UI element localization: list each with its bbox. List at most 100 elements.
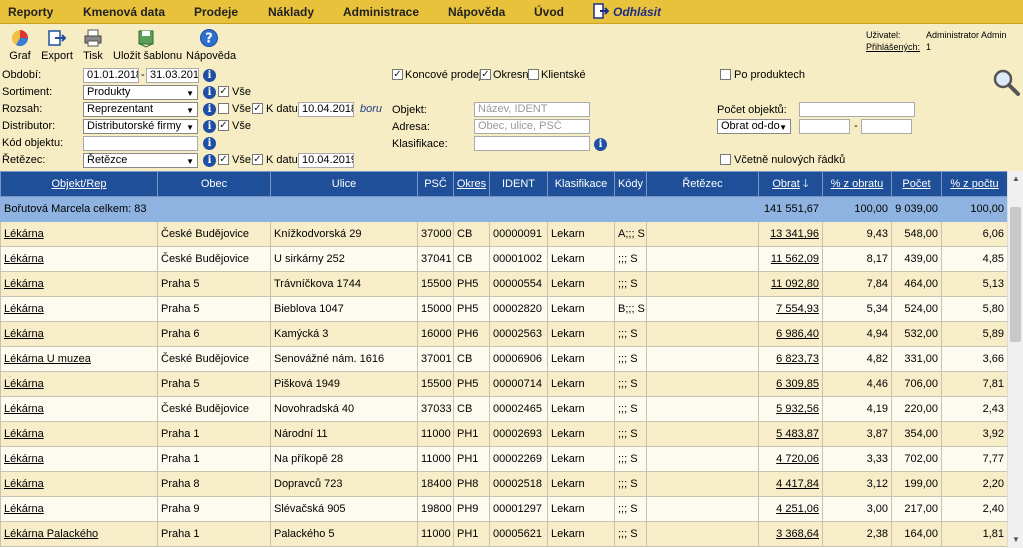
cell-objekt[interactable]: Lékárna [0, 321, 158, 347]
sortiment-label: Sortiment: [2, 86, 53, 98]
boru-link[interactable]: boru [360, 103, 382, 115]
vertical-scrollbar[interactable]: ▲ ▼ [1007, 171, 1023, 548]
kod-objektu-input[interactable] [83, 136, 198, 151]
cell-objekt[interactable]: Lékárna [0, 471, 158, 497]
logins-label[interactable]: Přihlášených: [866, 41, 920, 53]
obrat-from-input[interactable] [799, 119, 850, 134]
col-pct-pocet[interactable]: % z počtu [941, 171, 1008, 197]
adresa-input[interactable]: Obec, ulice, PSČ [474, 119, 590, 134]
obrat-od-do-select[interactable]: Obrat od-do [717, 119, 791, 134]
obrat-to-input[interactable] [861, 119, 912, 134]
cell-obrat[interactable]: 6 309,85 [758, 371, 823, 397]
cell-objekt[interactable]: Lékárna [0, 421, 158, 447]
cell-objekt[interactable]: Lékárna U muzea [0, 346, 158, 372]
sortiment-vse-checkbox[interactable] [218, 86, 229, 97]
menu-prodeje[interactable]: Prodeje [194, 5, 238, 19]
cell-obrat[interactable]: 6 986,40 [758, 321, 823, 347]
tisk-button[interactable]: Tisk [80, 28, 106, 62]
cell-pct-obrat: 3,12 [822, 471, 892, 497]
napoveda-button[interactable]: ? Nápověda [186, 28, 237, 62]
info-icon[interactable]: i [203, 120, 216, 133]
info-icon[interactable]: i [203, 137, 216, 150]
cell-objekt[interactable]: Lékárna [0, 296, 158, 322]
cell-psc: 37000 [417, 221, 454, 247]
napoveda-label: Nápověda [186, 50, 237, 62]
col-pct-obrat[interactable]: % z obratu [822, 171, 892, 197]
cell-kody: ;;; S [614, 471, 647, 497]
cell-obrat[interactable]: 7 554,93 [758, 296, 823, 322]
distributor-select[interactable]: Distributorské firmy [83, 119, 198, 134]
sort-desc-icon: 🡓 [802, 177, 809, 190]
cell-obrat[interactable]: 5 483,87 [758, 421, 823, 447]
cell-objekt[interactable]: Lékárna Palackého [0, 521, 158, 547]
pocet-objektu-input[interactable] [799, 102, 915, 117]
cell-objekt[interactable]: Lékárna [0, 246, 158, 272]
graf-label: Graf [9, 50, 31, 62]
rozsah-vse-checkbox[interactable] [218, 103, 229, 114]
cell-objekt[interactable]: Lékárna [0, 221, 158, 247]
cell-okres: PH9 [453, 496, 490, 522]
scroll-down-icon[interactable]: ▼ [1008, 532, 1023, 548]
menu-napoveda[interactable]: Nápověda [448, 5, 505, 19]
cell-obrat[interactable]: 13 341,96 [758, 221, 823, 247]
search-icon[interactable] [992, 68, 1020, 96]
info-icon[interactable]: i [203, 86, 216, 99]
date-to-input[interactable]: 31.03.2018 [146, 68, 199, 83]
cell-obrat[interactable]: 5 932,56 [758, 396, 823, 422]
distributor-vse-checkbox[interactable] [218, 120, 229, 131]
menu-naklady[interactable]: Náklady [268, 5, 314, 19]
retezec-date-input[interactable]: 10.04.2019 [298, 153, 354, 168]
col-obec: Obec [157, 171, 271, 197]
cell-pct-obrat: 4,94 [822, 321, 892, 347]
sortiment-select[interactable]: Produkty [83, 85, 198, 100]
col-objekt-rep[interactable]: Objekt/Rep [0, 171, 158, 197]
logout-icon[interactable] [593, 3, 609, 19]
klientske-checkbox[interactable] [528, 69, 539, 80]
col-okres[interactable]: Okres [453, 171, 490, 197]
graf-button[interactable]: Graf [6, 28, 34, 62]
scroll-up-icon[interactable]: ▲ [1008, 171, 1023, 187]
menu-uvod[interactable]: Úvod [534, 5, 564, 19]
retezec-vse-checkbox[interactable] [218, 154, 229, 165]
logout-link[interactable]: Odhlásit [613, 5, 661, 19]
cell-obrat[interactable]: 4 251,06 [758, 496, 823, 522]
cell-obrat[interactable]: 11 562,09 [758, 246, 823, 272]
rozsah-date-input[interactable]: 10.04.2018 [298, 102, 354, 117]
rozsah-select[interactable]: Reprezentant [83, 102, 198, 117]
table-row: Lékárna Praha 1 Národní 11 11000 PH1 00002693… [0, 421, 1008, 447]
cell-objekt[interactable]: Lékárna [0, 271, 158, 297]
cell-objekt[interactable]: Lékárna [0, 446, 158, 472]
menu-kmenova-data[interactable]: Kmenová data [83, 5, 165, 19]
cell-pocet: 164,00 [891, 521, 942, 547]
ulozit-sablonu-button[interactable]: Uložit šablonu [113, 28, 182, 62]
col-pocet[interactable]: Počet [891, 171, 942, 197]
objekt-input[interactable]: Název, IDENT [474, 102, 590, 117]
retezec-k-datu-checkbox[interactable] [252, 154, 263, 165]
cell-objekt[interactable]: Lékárna [0, 496, 158, 522]
rozsah-k-datu-checkbox[interactable] [252, 103, 263, 114]
table-row: Lékárna Praha 9 Slévačská 905 19800 PH9 00001… [0, 496, 1008, 522]
info-icon[interactable]: i [203, 69, 216, 82]
cell-obrat[interactable]: 3 368,64 [758, 521, 823, 547]
cell-objekt[interactable]: Lékárna [0, 396, 158, 422]
nulove-radky-checkbox[interactable] [720, 154, 731, 165]
menu-reporty[interactable]: Reporty [8, 5, 53, 19]
retezec-select[interactable]: Řetězce [83, 153, 198, 168]
menu-administrace[interactable]: Administrace [343, 5, 419, 19]
cell-objekt[interactable]: Lékárna [0, 371, 158, 397]
klasifikace-input[interactable] [474, 136, 590, 151]
po-produktech-checkbox[interactable] [720, 69, 731, 80]
cell-obrat[interactable]: 11 092,80 [758, 271, 823, 297]
info-icon[interactable]: i [203, 103, 216, 116]
export-button[interactable]: Export [40, 28, 74, 62]
info-icon[interactable]: i [594, 138, 607, 151]
okresni-checkbox[interactable] [480, 69, 491, 80]
date-from-input[interactable]: 01.01.2018 [83, 68, 139, 83]
cell-obrat[interactable]: 6 823,73 [758, 346, 823, 372]
cell-obrat[interactable]: 4 720,06 [758, 446, 823, 472]
col-obrat[interactable]: Obrat 🡓 [758, 171, 823, 197]
info-icon[interactable]: i [203, 154, 216, 167]
cell-obrat[interactable]: 4 417,84 [758, 471, 823, 497]
koncove-prodeje-checkbox[interactable] [392, 69, 403, 80]
scroll-thumb[interactable] [1010, 207, 1021, 342]
